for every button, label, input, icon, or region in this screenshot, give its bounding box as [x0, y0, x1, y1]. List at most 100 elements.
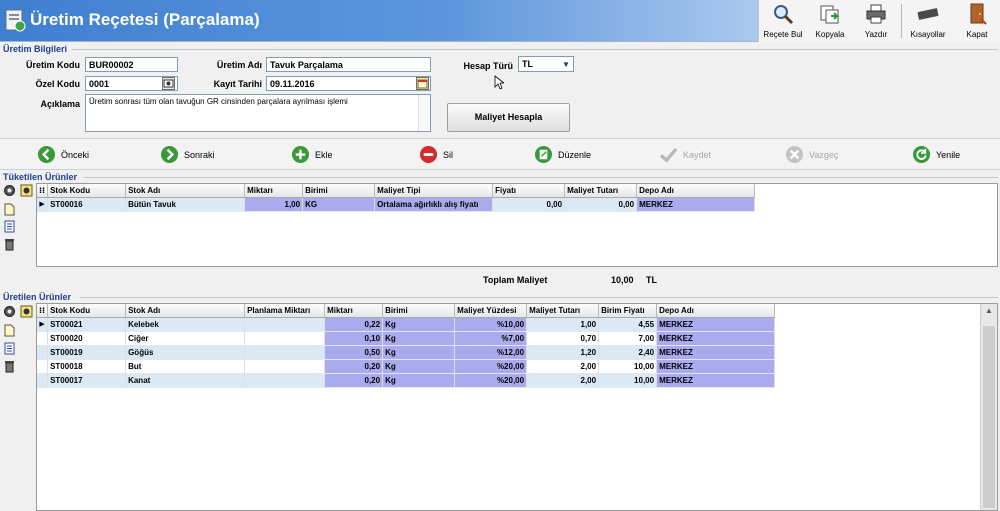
trash-icon[interactable] — [3, 360, 16, 373]
column-header[interactable]: Stok Adı — [125, 304, 246, 318]
unit-cell[interactable]: Kg — [382, 317, 456, 332]
stock-code-cell[interactable]: ST00016 — [47, 197, 127, 212]
shortcuts-button[interactable]: Kısayollar — [903, 0, 953, 42]
cost-percentage-cell[interactable]: %12,00 — [454, 345, 528, 360]
cost-amount-cell[interactable]: 0,70 — [526, 331, 600, 346]
stock-name-cell[interactable]: Bütün Tavuk — [125, 197, 246, 212]
cost-amount-cell[interactable]: 1,20 — [526, 345, 600, 360]
cost-amount-cell[interactable]: 2,00 — [526, 373, 600, 388]
add-button[interactable]: Ekle — [291, 145, 341, 165]
stock-code-cell[interactable]: ST00020 — [47, 331, 127, 346]
column-header[interactable]: Maliyet Yüzdesi — [454, 304, 528, 318]
previous-button[interactable]: Önceki — [37, 145, 97, 165]
planning-quantity-cell[interactable] — [244, 317, 326, 332]
trash-icon[interactable] — [3, 238, 16, 251]
gear-icon[interactable] — [3, 184, 16, 197]
production-code-field[interactable]: BUR00002 — [85, 57, 178, 72]
refresh-button[interactable]: Yenile — [912, 145, 972, 165]
production-name-field[interactable]: Tavuk Parçalama — [266, 57, 431, 72]
quantity-cell[interactable]: 0,50 — [324, 345, 384, 360]
warehouse-cell[interactable]: MERKEZ — [636, 197, 756, 212]
table-row[interactable]: ST00017 Kanat 0,20 Kg %20,00 2,00 10,00 … — [37, 373, 776, 388]
new-document-icon[interactable] — [3, 203, 16, 216]
description-scrollbar[interactable] — [418, 95, 430, 131]
stock-code-cell[interactable]: ST00018 — [47, 359, 127, 374]
planning-quantity-cell[interactable] — [244, 331, 326, 346]
produced-grid-scrollbar[interactable]: ▲ — [980, 304, 997, 510]
unit-price-cell[interactable]: 10,00 — [598, 359, 658, 374]
unit-price-cell[interactable]: 10,00 — [598, 373, 658, 388]
quantity-cell[interactable]: 1,00 — [244, 197, 304, 212]
column-header[interactable]: Stok Kodu — [47, 184, 127, 198]
calculate-cost-button[interactable]: Maliyet Hesapla — [447, 103, 570, 132]
column-header[interactable]: Planlama Miktarı — [244, 304, 326, 318]
quantity-cell[interactable]: 0,20 — [324, 359, 384, 374]
stock-name-cell[interactable]: Kelebek — [125, 317, 246, 332]
planning-quantity-cell[interactable] — [244, 373, 326, 388]
warehouse-cell[interactable]: MERKEZ — [656, 331, 776, 346]
unit-price-cell[interactable]: 7,00 — [598, 331, 658, 346]
stock-name-cell[interactable]: But — [125, 359, 246, 374]
cancel-button[interactable]: Vazgeç — [785, 145, 845, 165]
table-row[interactable]: ST00018 But 0,20 Kg %20,00 2,00 10,00 ME… — [37, 359, 776, 374]
stock-name-cell[interactable]: Kanat — [125, 373, 246, 388]
warehouse-cell[interactable]: MERKEZ — [656, 359, 776, 374]
stock-code-cell[interactable]: ST00021 — [47, 317, 127, 332]
table-row[interactable]: ST00020 Ciğer 0,10 Kg %7,00 0,70 7,00 ME… — [37, 331, 776, 346]
close-button[interactable]: Kapat — [955, 0, 999, 42]
column-header[interactable]: Stok Adı — [125, 184, 246, 198]
unit-cell[interactable]: Kg — [382, 359, 456, 374]
column-header[interactable]: Birimi — [302, 184, 376, 198]
scroll-up-icon[interactable]: ▲ — [981, 306, 997, 315]
warehouse-cell[interactable]: MERKEZ — [656, 345, 776, 360]
table-row[interactable]: ▶ ST00016 Bütün Tavuk 1,00 KG Ortalama a… — [37, 197, 756, 212]
unit-cell[interactable]: Kg — [382, 331, 456, 346]
copy-button[interactable]: Kopyala — [807, 0, 853, 42]
gear-icon[interactable] — [3, 305, 16, 318]
column-header[interactable]: Maliyet Tutarı — [564, 184, 638, 198]
column-header[interactable]: Miktarı — [324, 304, 384, 318]
column-header[interactable]: Stok Kodu — [47, 304, 127, 318]
cost-percentage-cell[interactable]: %20,00 — [454, 373, 528, 388]
scrollbar-thumb[interactable] — [983, 326, 995, 508]
cost-amount-cell[interactable]: 0,00 — [564, 197, 638, 212]
settings-grid-icon[interactable] — [20, 305, 33, 318]
settings-grid-icon[interactable] — [20, 184, 33, 197]
column-header[interactable]: Fiyatı — [492, 184, 566, 198]
column-header[interactable]: Depo Adı — [656, 304, 776, 318]
quantity-cell[interactable]: 0,22 — [324, 317, 384, 332]
cost-percentage-cell[interactable]: %7,00 — [454, 331, 528, 346]
special-code-lookup-button[interactable] — [162, 77, 175, 90]
print-button[interactable]: Yazdır — [853, 0, 899, 42]
find-recipe-button[interactable]: Reçete Bul — [759, 0, 807, 42]
unit-cell[interactable]: Kg — [382, 373, 456, 388]
column-header[interactable]: Birim Fiyatı — [598, 304, 658, 318]
warehouse-cell[interactable]: MERKEZ — [656, 373, 776, 388]
record-date-field[interactable]: 09.11.2016 — [266, 76, 431, 91]
stock-code-cell[interactable]: ST00017 — [47, 373, 127, 388]
unit-price-cell[interactable]: 4,55 — [598, 317, 658, 332]
document-list-icon[interactable] — [3, 220, 16, 233]
next-button[interactable]: Sonraki — [160, 145, 220, 165]
unit-cell[interactable]: Kg — [382, 345, 456, 360]
cost-amount-cell[interactable]: 1,00 — [526, 317, 600, 332]
column-header[interactable]: Maliyet Tipi — [374, 184, 494, 198]
document-list-icon[interactable] — [3, 342, 16, 355]
date-picker-button[interactable] — [416, 77, 429, 90]
table-row[interactable]: ▶ ST00021 Kelebek 0,22 Kg %10,00 1,00 4,… — [37, 317, 776, 332]
quantity-cell[interactable]: 0,10 — [324, 331, 384, 346]
cost-amount-cell[interactable]: 2,00 — [526, 359, 600, 374]
cost-percentage-cell[interactable]: %10,00 — [454, 317, 528, 332]
column-header[interactable]: Depo Adı — [636, 184, 756, 198]
unit-cell[interactable]: KG — [302, 197, 376, 212]
planning-quantity-cell[interactable] — [244, 345, 326, 360]
planning-quantity-cell[interactable] — [244, 359, 326, 374]
column-header[interactable]: Maliyet Tutarı — [526, 304, 600, 318]
column-header[interactable]: Miktarı — [244, 184, 304, 198]
column-header[interactable]: Birimi — [382, 304, 456, 318]
new-document-icon[interactable] — [3, 324, 16, 337]
table-row[interactable]: ST00019 Göğüs 0,50 Kg %12,00 1,20 2,40 M… — [37, 345, 776, 360]
warehouse-cell[interactable]: MERKEZ — [656, 317, 776, 332]
stock-name-cell[interactable]: Ciğer — [125, 331, 246, 346]
stock-name-cell[interactable]: Göğüs — [125, 345, 246, 360]
